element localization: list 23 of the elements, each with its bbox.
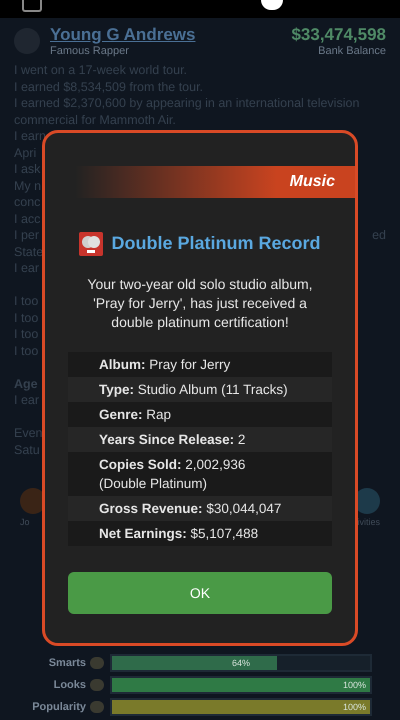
character-title: Famous Rapper <box>50 44 130 58</box>
ok-button[interactable]: OK <box>68 572 332 614</box>
stat-label: Smarts <box>48 656 87 671</box>
menu-icon[interactable] <box>22 0 42 12</box>
character-name: Young G Andrews <box>50 24 196 45</box>
detail-text: Album: Pray for Jerry <box>99 357 230 372</box>
dialog-title: Double Platinum Record <box>111 232 321 255</box>
stat-label: Popularity <box>31 700 87 715</box>
category-label: Music <box>290 172 335 192</box>
detail-text: Copies Sold: 2,002,936 (Double Platinum) <box>99 457 246 491</box>
stat-reading: 64% <box>230 657 251 670</box>
detail-text: Net Earnings: $5,107,488 <box>99 526 258 541</box>
stat-reading: 100% <box>342 701 367 714</box>
dialog-message: Your two-year old solo studio album, 'Pray for Jerry', has just received a double platinum certification! <box>86 275 314 332</box>
stat-reading: 100% <box>342 679 367 692</box>
record-icon <box>79 232 104 256</box>
detail-text: Type: Studio Album (11 Tracks) <box>99 382 288 397</box>
bank-balance-label: Bank Balance <box>318 44 386 58</box>
detail-text: Years Since Release: 2 <box>99 432 246 447</box>
detail-text: Gross Revenue: $30,044,047 <box>99 501 282 516</box>
bank-balance: $33,474,598 <box>291 24 386 45</box>
stat-label: Looks <box>52 678 87 693</box>
detail-text: Genre: Rap <box>99 407 172 422</box>
